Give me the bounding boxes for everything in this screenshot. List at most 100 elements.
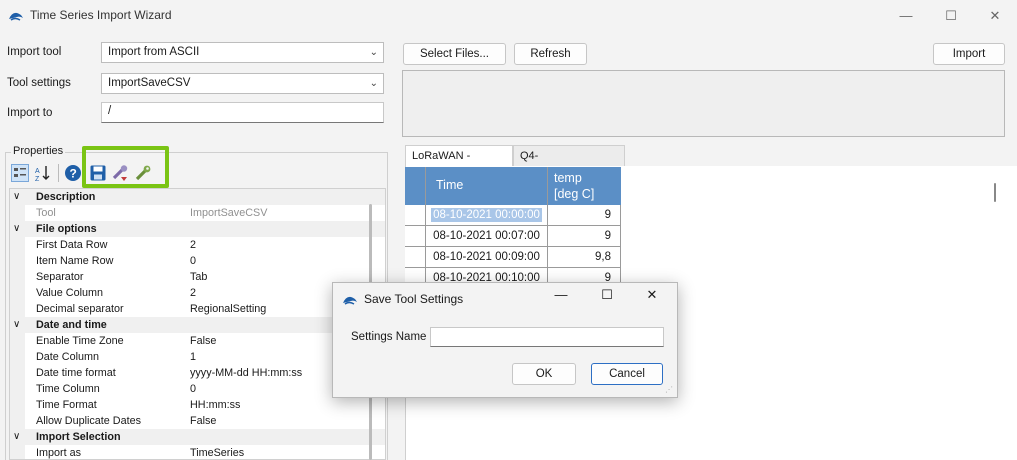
property-value[interactable]: False [190, 333, 216, 349]
property-category[interactable]: ∨ File options [10, 221, 385, 237]
temp-cell[interactable]: 9 [548, 226, 621, 247]
property-category[interactable]: ∨ Import Selection [10, 429, 385, 445]
dialog-maximize-button[interactable]: ☐ [595, 287, 619, 307]
property-row[interactable]: Enable Time Zone False [10, 333, 385, 349]
property-value[interactable]: Tab [190, 269, 207, 285]
property-value[interactable]: 2 [190, 285, 196, 301]
property-gutter [10, 301, 25, 317]
close-button[interactable]: ✕ [973, 4, 1017, 28]
property-name: First Data Row [36, 239, 108, 251]
window-title: Time Series Import Wizard [30, 8, 172, 22]
collapse-chevron-icon[interactable]: ∨ [13, 429, 20, 445]
property-gutter [10, 413, 25, 429]
property-name: Description [36, 191, 96, 203]
property-row[interactable]: Date Column 1 [10, 349, 385, 365]
property-value[interactable]: 0 [190, 381, 196, 397]
col-header-time[interactable]: Time [426, 167, 548, 205]
refresh-button[interactable]: Refresh [514, 43, 587, 65]
help-icon[interactable]: ? [64, 164, 82, 182]
property-row[interactable]: Item Name Row 0 [10, 253, 385, 269]
property-name: Time Format [36, 399, 97, 411]
title-bar: Time Series Import Wizard — ☐ ✕ [0, 0, 1017, 32]
resize-grip-icon[interactable]: ⋰ [665, 385, 675, 395]
maximize-button[interactable]: ☐ [929, 4, 973, 28]
settings-name-label: Settings Name [351, 331, 427, 343]
property-row[interactable]: Allow Duplicate Dates False [10, 413, 385, 429]
dialog-minimize-button[interactable]: — [549, 287, 573, 307]
time-cell[interactable]: 08-10-2021 00:00:00 [426, 205, 548, 226]
temp-cell[interactable]: 9,8 [548, 247, 621, 268]
cancel-button[interactable]: Cancel [591, 363, 663, 385]
property-row[interactable]: Time Format HH:mm:ss [10, 397, 385, 413]
property-row[interactable]: Date time format yyyy-MM-dd HH:mm:ss [10, 365, 385, 381]
ok-button[interactable]: OK [512, 363, 576, 385]
property-gutter [10, 397, 25, 413]
collapse-chevron-icon[interactable]: ∨ [13, 221, 20, 237]
dialog-title: Save Tool Settings [364, 292, 464, 306]
tab-lorawan[interactable]: LoRaWAN - Data.... [405, 145, 513, 182]
svg-text:A: A [35, 168, 40, 175]
row-header[interactable] [405, 226, 426, 247]
import-tool-label: Import tool [7, 46, 62, 58]
property-gutter [10, 237, 25, 253]
tool-settings-value: ImportSaveCSV [108, 77, 191, 89]
property-row[interactable]: Separator Tab [10, 269, 385, 285]
time-cell[interactable]: 08-10-2021 00:07:00 [426, 226, 548, 247]
sort-alphabetical-icon[interactable]: AZ [34, 164, 52, 183]
row-header[interactable] [405, 247, 426, 268]
chevron-down-icon: ⌄ [369, 78, 378, 89]
dialog-close-button[interactable]: ✕ [640, 287, 664, 307]
settings-name-field[interactable] [430, 327, 664, 347]
file-list-box[interactable] [402, 70, 1005, 137]
minimize-button[interactable]: — [884, 4, 928, 28]
row-header[interactable] [405, 205, 426, 226]
property-row[interactable]: Tool ImportSaveCSV [10, 205, 385, 221]
collapse-chevron-icon[interactable]: ∨ [13, 189, 20, 205]
svg-text:?: ? [70, 167, 77, 181]
property-value[interactable]: HH:mm:ss [190, 397, 240, 413]
property-gutter [10, 365, 25, 381]
chevron-down-icon: ⌄ [369, 47, 378, 58]
import-button[interactable]: Import [933, 43, 1005, 65]
import-to-field[interactable]: / [101, 102, 384, 123]
property-row[interactable]: Time Column 0 [10, 381, 385, 397]
property-category[interactable]: ∨ Date and time [10, 317, 385, 333]
temp-cell[interactable]: 9 [548, 205, 621, 226]
tool-settings-dropdown[interactable]: ImportSaveCSV ⌄ [101, 73, 384, 94]
property-value[interactable]: yyyy-MM-dd HH:mm:ss [190, 365, 302, 381]
table-scrollbar[interactable] [994, 183, 996, 202]
property-gutter [10, 333, 25, 349]
property-value[interactable]: False [190, 413, 216, 429]
tab-q4-2[interactable]: Q4-2_STD_230731... [513, 145, 625, 182]
property-value[interactable]: ImportSaveCSV [190, 205, 267, 221]
property-row[interactable]: First Data Row 2 [10, 237, 385, 253]
property-name: Tool [36, 207, 56, 219]
property-name: Value Column [36, 287, 104, 299]
property-value[interactable]: TimeSeries [190, 445, 244, 459]
tool-settings-label: Tool settings [7, 77, 71, 89]
property-value[interactable]: 0 [190, 253, 196, 269]
property-name: Separator [36, 271, 84, 283]
select-files-button[interactable]: Select Files... [403, 43, 506, 65]
property-name: Date and time [36, 319, 107, 331]
collapse-chevron-icon[interactable]: ∨ [13, 317, 20, 333]
property-name: Time Column [36, 383, 100, 395]
property-gutter [10, 285, 25, 301]
properties-label: Properties [11, 145, 66, 157]
categorized-icon[interactable] [11, 164, 29, 182]
property-name: Date time format [36, 367, 116, 379]
property-row[interactable]: Import as TimeSeries [10, 445, 385, 459]
toolbar-divider [58, 164, 59, 182]
property-row[interactable]: Value Column 2 [10, 285, 385, 301]
property-grid[interactable]: ∨ Description Tool ImportSaveCSV ∨ File optio… [9, 188, 386, 460]
selected-cell-text: 08-10-2021 00:00:00 [431, 208, 542, 222]
time-cell[interactable]: 08-10-2021 00:09:00 [426, 247, 548, 268]
property-category[interactable]: ∨ Description [10, 189, 385, 205]
property-value[interactable]: 2 [190, 237, 196, 253]
property-row[interactable]: Decimal separator RegionalSetting [10, 301, 385, 317]
import-tool-dropdown[interactable]: Import from ASCII ⌄ [101, 42, 384, 63]
property-gutter [10, 349, 25, 365]
col-header-temp[interactable]: temp [deg C] [548, 167, 621, 205]
property-value[interactable]: 1 [190, 349, 196, 365]
property-value[interactable]: RegionalSetting [190, 301, 266, 317]
